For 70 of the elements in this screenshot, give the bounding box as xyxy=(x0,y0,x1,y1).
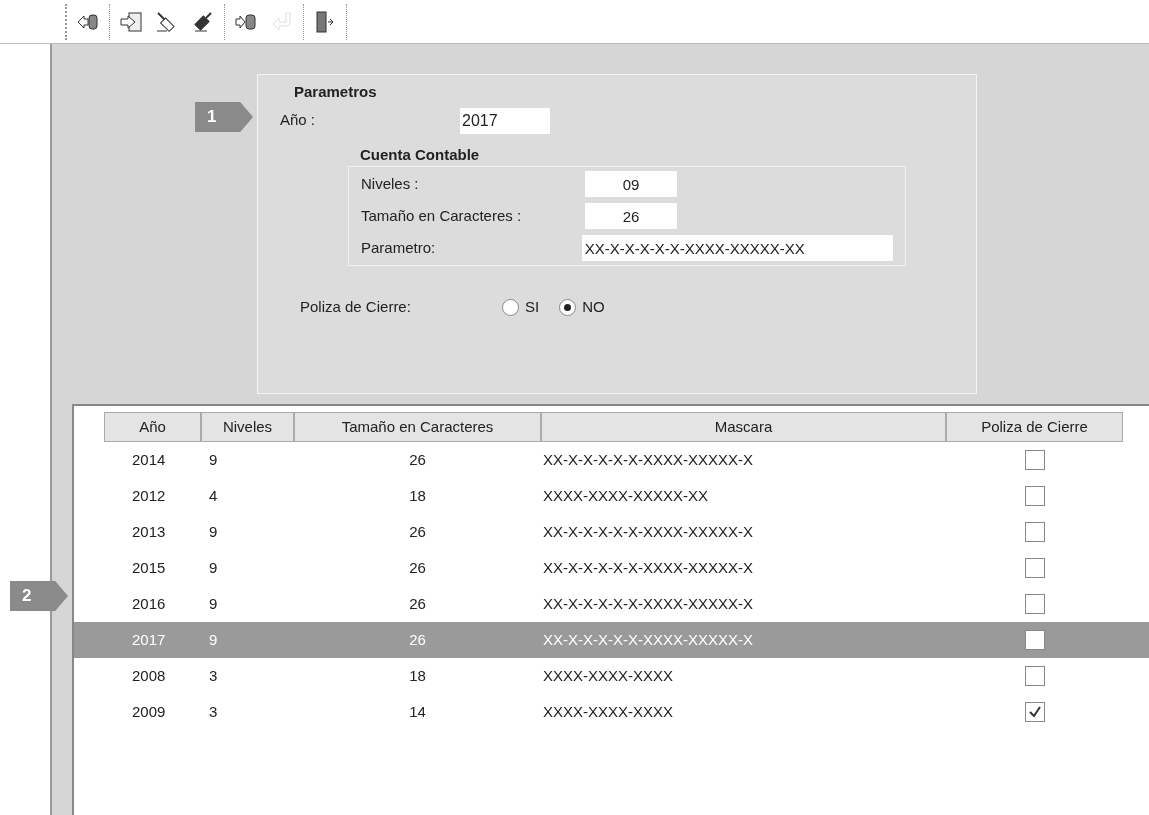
table-cell-text: 26 xyxy=(408,449,427,470)
table-cell-text: XX-X-X-X-X-X-XXXX-XXXXX-X xyxy=(542,449,755,470)
table-cell-text: 2015 xyxy=(131,557,167,578)
table-cell-text: XX-X-X-X-X-X-XXXX-XXXXX-X xyxy=(542,557,755,578)
column-header[interactable]: Año xyxy=(104,412,201,442)
table-cell-text: 26 xyxy=(408,593,427,614)
table-row[interactable]: 2015 9 26 XX-X-X-X-X-X-XXXX-XXXXX-X xyxy=(74,550,1149,586)
table-cell-text: 26 xyxy=(408,557,427,578)
table-cell-text: 26 xyxy=(408,629,427,650)
checkbox[interactable] xyxy=(1024,594,1045,614)
table-row[interactable]: 2012 4 18 XXXX-XXXX-XXXXX-XX xyxy=(74,478,1149,514)
table-cell-text: XXXX-XXXX-XXXXX-XX xyxy=(542,485,710,506)
column-header[interactable]: Poliza de Cierre xyxy=(946,412,1123,442)
check-icon xyxy=(1027,705,1042,719)
checkbox[interactable] xyxy=(1024,630,1045,650)
table-cell-text: 9 xyxy=(208,449,219,470)
section-title: Cuenta Contable xyxy=(360,144,481,165)
table-cell-text: 9 xyxy=(208,593,219,614)
field-label: Poliza de Cierre: xyxy=(300,297,412,317)
table-cell-text: 2013 xyxy=(131,521,167,542)
table-cell-text: 2016 xyxy=(131,593,167,614)
table-cell-text: 14 xyxy=(408,701,427,722)
table-cell-text: 4 xyxy=(208,485,219,506)
field-label: Año : xyxy=(280,110,317,131)
table-cell-text: 26 xyxy=(408,521,427,542)
arrow-document-icon xyxy=(119,9,143,34)
table-cell-text: XXXX-XXXX-XXXX xyxy=(542,701,675,722)
table-cell-text: 2012 xyxy=(131,485,167,506)
step-callout: 2 xyxy=(10,581,68,611)
column-header[interactable]: Niveles xyxy=(201,412,294,442)
text-field[interactable]: XX-X-X-X-X-X-XXXX-XXXXX-XX xyxy=(581,235,893,261)
year-field[interactable]: 2017 xyxy=(460,107,550,134)
checkbox[interactable] xyxy=(1024,486,1045,506)
field-label: Parametro: xyxy=(361,237,437,258)
checkbox[interactable] xyxy=(1024,450,1045,470)
table-cell-text: 3 xyxy=(208,665,219,686)
table-cell-text: XX-X-X-X-X-X-XXXX-XXXXX-X xyxy=(542,593,755,614)
table-row[interactable]: 2009 3 14 XXXX-XXXX-XXXX xyxy=(74,694,1149,730)
table-row[interactable]: 2013 9 26 XX-X-X-X-X-X-XXXX-XXXXX-X xyxy=(74,514,1149,550)
table-row[interactable]: 2016 9 26 XX-X-X-X-X-X-XXXX-XXXXX-X xyxy=(74,586,1149,622)
section-title: Parametros xyxy=(294,82,378,102)
text-field[interactable]: 26 xyxy=(585,203,677,229)
plug-icon xyxy=(191,9,215,34)
radio-option[interactable]: NO xyxy=(559,296,605,319)
radio-option[interactable]: SI xyxy=(502,296,540,319)
checkbox[interactable] xyxy=(1024,522,1045,542)
table-cell-text: 2017 xyxy=(131,629,167,650)
checkbox[interactable] xyxy=(1024,702,1045,722)
table-cell-text: 3 xyxy=(208,701,219,722)
column-header[interactable]: Mascara xyxy=(541,412,946,442)
table-cell-text: 2008 xyxy=(131,665,167,686)
field-label: Niveles : xyxy=(361,173,420,194)
table-cell-text: 18 xyxy=(408,485,427,506)
table-cell-text: 9 xyxy=(208,521,219,542)
table-cell-text: 9 xyxy=(208,557,219,578)
column-header[interactable]: Tamaño en Caracteres xyxy=(294,412,541,442)
table-cell-text: 2014 xyxy=(131,449,167,470)
table-cell-text: XX-X-X-X-X-X-XXXX-XXXXX-X xyxy=(542,629,755,650)
step-callout: 1 xyxy=(195,102,253,132)
table-cell-text: XX-X-X-X-X-X-XXXX-XXXXX-X xyxy=(542,521,755,542)
table-cell-text: XXXX-XXXX-XXXX xyxy=(542,665,675,686)
table-cell-text: 2009 xyxy=(131,701,167,722)
text-field[interactable]: 09 xyxy=(585,171,677,197)
table-cell-text: 9 xyxy=(208,629,219,650)
field-label: Tamaño en Caracteres : xyxy=(361,205,523,226)
checkbox[interactable] xyxy=(1024,558,1045,578)
table-cell-text: 18 xyxy=(408,665,427,686)
table-row[interactable]: 2008 3 18 XXXX-XXXX-XXXX xyxy=(74,658,1149,694)
checkbox[interactable] xyxy=(1024,666,1045,686)
table-row[interactable]: 2014 9 26 XX-X-X-X-X-X-XXXX-XXXXX-X xyxy=(74,442,1149,478)
